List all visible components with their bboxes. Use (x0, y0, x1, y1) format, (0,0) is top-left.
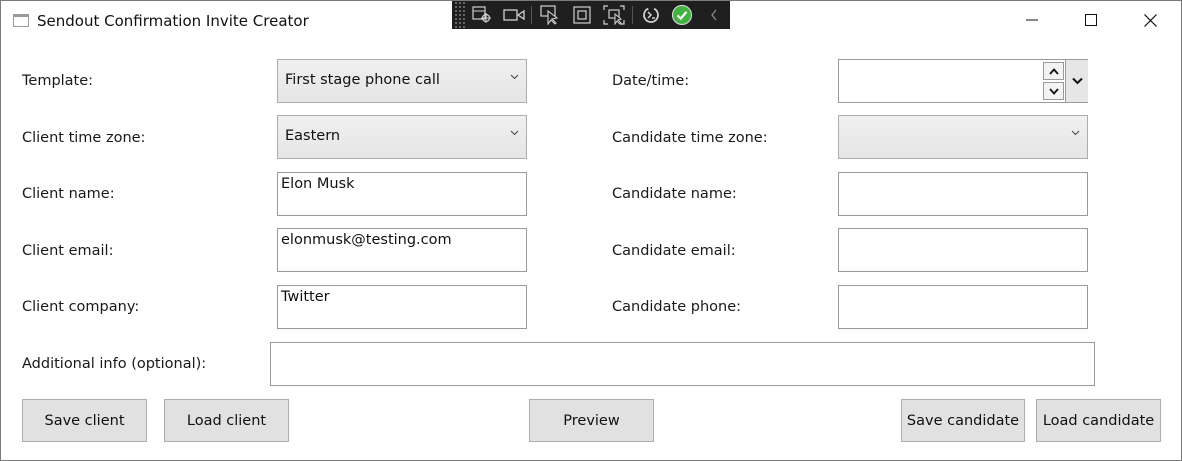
client-tz-label: Client time zone: (22, 130, 146, 146)
candidate-name-label: Candidate name: (612, 186, 737, 202)
datetime-dropdown-button[interactable] (1065, 60, 1088, 102)
minimize-icon (1026, 19, 1038, 21)
toolbar-grip[interactable] (454, 1, 466, 29)
chevron-down-icon (1071, 77, 1083, 85)
datetime-label: Date/time: (612, 73, 690, 89)
caret-down-icon (1048, 87, 1059, 95)
spin-up-button[interactable] (1043, 62, 1064, 80)
toolbar-separator (531, 6, 533, 24)
save-candidate-button[interactable]: Save candidate (901, 399, 1025, 442)
save-client-button[interactable]: Save client (22, 399, 147, 442)
datetime-picker[interactable] (838, 59, 1088, 103)
window-title: Sendout Confirmation Invite Creator (37, 12, 309, 30)
client-name-value: Elon Musk (281, 176, 355, 192)
close-icon (1143, 13, 1157, 27)
video-icon[interactable] (498, 1, 530, 29)
toolbar-separator (631, 6, 633, 24)
candidate-tz-dropdown[interactable] (838, 115, 1088, 159)
pointer-icon[interactable] (534, 1, 566, 29)
check-icon[interactable] (667, 1, 699, 29)
template-dropdown[interactable]: First stage phone call (277, 59, 527, 103)
chevron-down-icon (1071, 130, 1080, 136)
candidate-phone-input[interactable] (838, 285, 1088, 329)
layout-icon[interactable] (598, 1, 630, 29)
app-window: Sendout Confirmation Invite Creator Temp… (0, 0, 1182, 461)
client-tz-value: Eastern (285, 128, 341, 144)
minimize-button[interactable] (1003, 1, 1061, 39)
client-company-label: Client company: (22, 299, 140, 315)
maximize-button[interactable] (1062, 1, 1120, 39)
client-name-input[interactable]: Elon Musk (277, 172, 527, 216)
preview-button[interactable]: Preview (529, 399, 654, 442)
adorner-icon[interactable] (566, 1, 598, 29)
datetime-spinner (1043, 62, 1064, 100)
template-value: First stage phone call (285, 72, 440, 88)
client-email-label: Client email: (22, 243, 114, 259)
template-label: Template: (22, 73, 94, 89)
hot-reload-icon[interactable] (635, 1, 667, 29)
collapse-icon[interactable] (698, 1, 730, 29)
close-button[interactable] (1121, 1, 1179, 39)
candidate-email-input[interactable] (838, 228, 1088, 272)
candidate-phone-label: Candidate phone: (612, 299, 741, 315)
candidate-name-input[interactable] (838, 172, 1088, 216)
caret-up-icon (1048, 67, 1059, 75)
load-candidate-button[interactable]: Load candidate (1036, 399, 1161, 442)
candidate-email-label: Candidate email: (612, 243, 736, 259)
chevron-down-icon (510, 74, 519, 80)
client-tz-dropdown[interactable]: Eastern (277, 115, 527, 159)
chevron-down-icon (510, 130, 519, 136)
spin-down-button[interactable] (1043, 82, 1064, 100)
client-email-value: elonmusk@testing.com (281, 232, 452, 248)
load-client-button[interactable]: Load client (164, 399, 289, 442)
maximize-icon (1085, 14, 1097, 26)
dev-toolbar (452, 1, 730, 29)
select-element-icon[interactable] (466, 1, 498, 29)
app-icon (13, 14, 29, 27)
client-company-input[interactable]: Twitter (277, 285, 527, 329)
client-email-input[interactable]: elonmusk@testing.com (277, 228, 527, 272)
client-company-value: Twitter (281, 289, 330, 305)
candidate-tz-label: Candidate time zone: (612, 130, 768, 146)
additional-info-input[interactable] (270, 342, 1095, 386)
client-name-label: Client name: (22, 186, 115, 202)
additional-info-label: Additional info (optional): (22, 356, 207, 372)
